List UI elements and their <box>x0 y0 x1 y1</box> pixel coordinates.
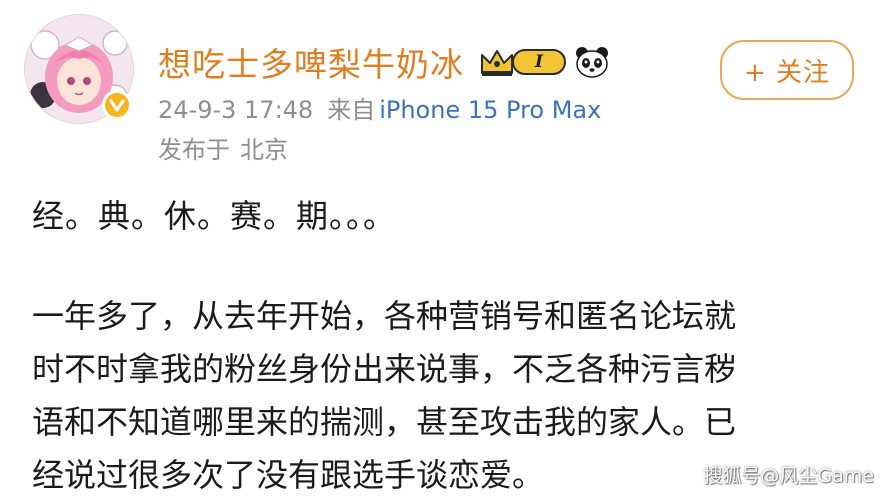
username-row: 想吃士多啤梨牛奶冰 I <box>158 38 610 86</box>
weibo-post-card: 想吃士多啤梨牛奶冰 I + 关注 24-9-3 17:48 来自 iPhone … <box>0 0 886 498</box>
post-line: 经说过很多次了没有跟选手谈恋爱。 <box>32 456 545 494</box>
username[interactable]: 想吃士多啤梨牛奶冰 <box>158 38 464 86</box>
post-line: 时不时拿我的粉丝身份出来说事，不乏各种污言秽 <box>32 350 737 388</box>
watermark: 搜狐号@风尘Game <box>703 465 874 487</box>
level-badge[interactable]: I <box>512 49 566 75</box>
panda-icon[interactable] <box>574 45 610 79</box>
post-meta: 24-9-3 17:48 来自 iPhone 15 Pro Max <box>158 90 601 125</box>
source-device-link[interactable]: iPhone 15 Pro Max <box>379 96 601 124</box>
post-paragraph-2: 一年多了，从去年开始，各种营销号和匿名论坛就 时不时拿我的粉丝身份出来说事，不乏… <box>32 290 736 498</box>
verified-badge-icon <box>102 90 132 120</box>
post-paragraph-1: 经。典。休。赛。期。。。 <box>32 197 397 235</box>
location-value: 北京 <box>240 136 288 164</box>
location-label: 发布于 <box>158 136 230 164</box>
avatar-container[interactable] <box>24 14 134 124</box>
follow-button[interactable]: + 关注 <box>720 40 854 100</box>
post-line: 语和不知道哪里来的揣测，甚至攻击我的家人。已 <box>32 403 737 441</box>
source-label: 来自 <box>327 96 376 124</box>
crown-icon[interactable] <box>478 45 516 79</box>
post-timestamp: 24-9-3 17:48 <box>158 96 314 124</box>
post-location: 发布于 北京 <box>158 130 288 165</box>
post-line: 一年多了，从去年开始，各种营销号和匿名论坛就 <box>32 297 737 335</box>
